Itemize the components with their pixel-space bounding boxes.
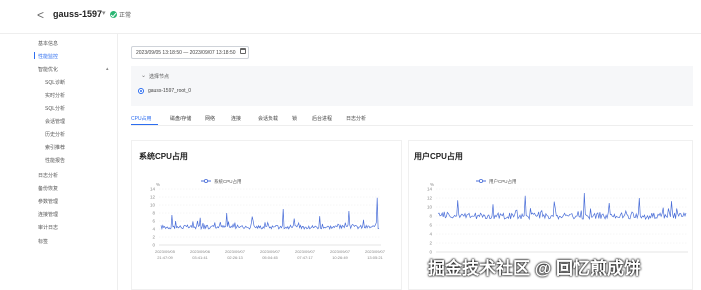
system-cpu-title: 系统CPU占用	[139, 152, 188, 161]
y-tick-label: 8	[152, 211, 155, 216]
y-tick-label: 14	[150, 187, 156, 192]
x-tick-label: 07:47:17	[297, 255, 313, 260]
node-selector-panel	[131, 66, 693, 106]
sidebar-item-logs[interactable]: 日志分析	[38, 172, 58, 179]
legend-marker	[204, 178, 209, 183]
tab-background[interactable]: 后台进程	[312, 115, 332, 122]
chevron-down-icon[interactable]: ▾	[102, 9, 106, 17]
tab-locks[interactable]: 锁	[292, 115, 297, 122]
back-icon[interactable]: <	[37, 8, 44, 22]
x-tick-label: 2023/09/07	[330, 249, 351, 254]
chevron-up-icon[interactable]: ▴	[106, 66, 109, 72]
sidebar-item-report[interactable]: 性能报告	[45, 157, 65, 164]
y-tick-label: 4	[429, 232, 432, 237]
legend-label: 系统CPU占用	[214, 178, 242, 185]
x-tick-label: 02:26:13	[227, 255, 243, 260]
sidebar-item-backup[interactable]: 备份恢复	[38, 185, 58, 192]
series-line	[160, 197, 380, 231]
sidebar-item-performance[interactable]: 性能监控	[33, 52, 58, 60]
legend-marker	[479, 178, 484, 183]
x-tick-label: 21:47:09	[157, 255, 173, 260]
calendar-icon[interactable]	[240, 48, 246, 54]
y-tick-label: 12	[150, 195, 156, 200]
sidebar-item-index[interactable]: 索引推荐	[45, 144, 65, 151]
node-section-label[interactable]: 选择节点	[149, 73, 169, 80]
legend-label: 用户CPU占用	[489, 178, 517, 185]
x-tick-label: 2023/09/07	[295, 249, 316, 254]
date-range-picker[interactable]: 2023/09/05 13:18:50 — 2023/09/07 13:18:5…	[131, 46, 249, 59]
series-line	[437, 192, 687, 221]
tab-cpu[interactable]: CPU占用	[131, 115, 152, 122]
system-cpu-chart: 系统CPU占用% 0 2 4 6 8 10 12 14 2023/09/0521:47:09 202…	[150, 178, 386, 260]
x-tick-label: 2023/09/07	[260, 249, 281, 254]
chevron-down-icon[interactable]: ⌄	[141, 72, 146, 79]
y-tick-label: 2	[429, 241, 432, 246]
y-tick-label: 12	[427, 196, 433, 201]
x-tick-label: 13:05:21	[367, 255, 383, 260]
user-cpu-title: 用户CPU占用	[414, 152, 463, 161]
sidebar-item-params[interactable]: 参数管理	[38, 198, 58, 205]
sidebar-item-sql-analysis[interactable]: SQL分析	[45, 105, 65, 112]
sidebar-item-audit[interactable]: 审计日志	[38, 224, 58, 231]
top-bar: < gauss-1597 ▾ 正常	[0, 0, 701, 34]
tab-log-analysis[interactable]: 日志分析	[346, 115, 366, 122]
chart-legend[interactable]: 系统CPU占用	[201, 178, 242, 185]
y-tick-label: 6	[152, 219, 155, 224]
x-tick-label: 2023/09/05	[155, 249, 176, 254]
node-radio[interactable]	[138, 88, 144, 94]
watermark-text: 掘金技术社区 @ 回忆煎成饼	[428, 259, 642, 278]
sidebar-item-realtime[interactable]: 实时分析	[45, 92, 65, 99]
y-tick-label: 8	[429, 214, 432, 219]
tab-disk[interactable]: 磁盘/存储	[170, 115, 191, 122]
app-window: < gauss-1597 ▾ 正常 基本信息 性能监控 智能优化 ▴ SQL诊断…	[0, 0, 701, 290]
tab-network[interactable]: 网络	[205, 115, 215, 122]
sidebar-item-connections[interactable]: 连接管理	[38, 211, 58, 218]
x-tick-label: 03:41:41	[192, 255, 208, 260]
x-tick-label: 2023/09/06	[190, 249, 211, 254]
sidebar-item-sql-diagnosis[interactable]: SQL诊断	[45, 79, 65, 86]
x-tick-label: 05:04:45	[262, 255, 278, 260]
y-tick-label: 4	[152, 227, 155, 232]
sidebar-item-basic-info[interactable]: 基本信息	[38, 40, 58, 47]
y-tick-label: 0	[152, 243, 155, 248]
x-tick-label: 2023/09/07	[225, 249, 246, 254]
status-badge: 正常	[119, 13, 132, 19]
y-tick-label: 14	[427, 187, 433, 192]
sidebar-item-sessions[interactable]: 会话管理	[45, 118, 65, 125]
node-name-label[interactable]: gauss-1597_root_0	[148, 88, 191, 94]
chart-legend[interactable]: 用户CPU占用	[476, 178, 517, 185]
tab-divider	[131, 125, 693, 126]
sidebar-item-optimization[interactable]: 智能优化	[38, 66, 58, 73]
y-tick-label: 10	[427, 205, 433, 210]
x-tick-label: 2023/09/07	[365, 249, 386, 254]
y-axis-unit: %	[156, 182, 160, 187]
y-tick-label: 6	[429, 223, 432, 228]
x-tick-label: 10:26:49	[332, 255, 348, 260]
y-tick-label: 2	[152, 235, 155, 240]
y-tick-label: 10	[150, 203, 156, 208]
sidebar-item-history[interactable]: 历史分析	[45, 131, 65, 138]
tab-connections[interactable]: 连接	[231, 115, 241, 122]
tab-session-load[interactable]: 会话负载	[258, 115, 278, 122]
status-check-icon	[110, 11, 117, 18]
sidebar-item-tags[interactable]: 标签	[38, 238, 48, 245]
instance-name[interactable]: gauss-1597	[53, 9, 102, 19]
